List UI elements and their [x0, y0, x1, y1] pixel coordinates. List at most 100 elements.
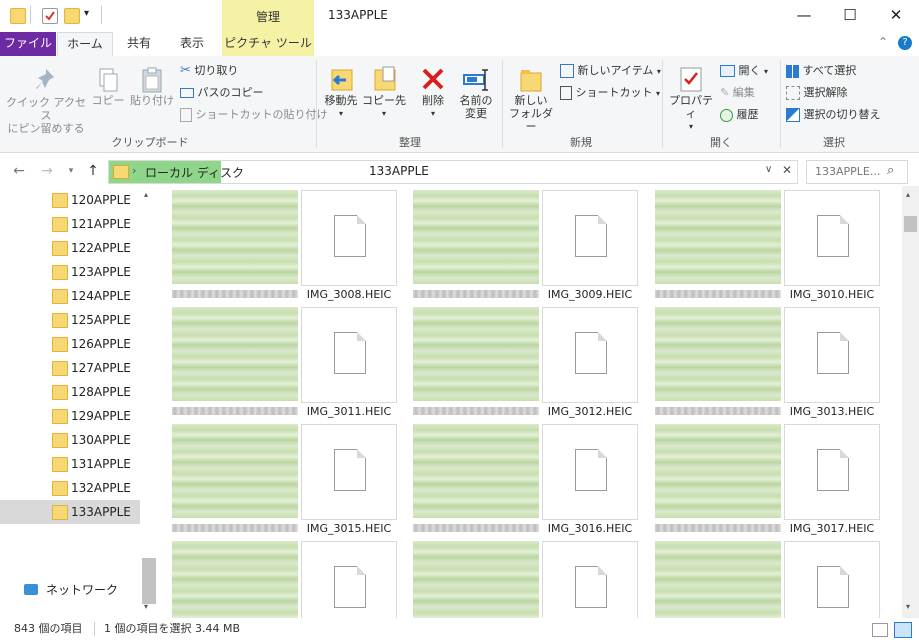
delete-button[interactable]: 削除 ▾: [414, 64, 452, 120]
sidebar-item-folder[interactable]: 133APPLE: [0, 500, 140, 524]
file-item[interactable]: [301, 307, 397, 403]
sidebar-item-folder[interactable]: 132APPLE: [0, 476, 140, 500]
sidebar-item-folder[interactable]: 129APPLE: [0, 404, 140, 428]
tab-view[interactable]: 表示: [166, 32, 218, 56]
file-item[interactable]: [301, 541, 397, 618]
image-thumbnail[interactable]: [655, 541, 781, 618]
copy-to-button[interactable]: コピー先 ▾: [362, 64, 406, 120]
content-scroll-thumb[interactable]: [904, 216, 917, 232]
sidebar-item-folder[interactable]: 122APPLE: [0, 236, 140, 260]
scroll-down-icon[interactable]: ▾: [144, 602, 148, 611]
manage-context-tab[interactable]: 管理: [222, 0, 314, 32]
breadcrumb-current[interactable]: 133APPLE: [369, 164, 429, 178]
address-dropdown-icon[interactable]: ∨: [765, 164, 772, 175]
back-button[interactable]: ←: [8, 159, 30, 183]
copy-button[interactable]: コピー: [88, 66, 128, 107]
large-icons-view-icon[interactable]: [894, 622, 912, 638]
paste-button[interactable]: 貼り付け: [130, 66, 174, 107]
sidebar-item-folder[interactable]: 125APPLE: [0, 308, 140, 332]
new-folder-quick-icon[interactable]: [64, 8, 80, 24]
file-item[interactable]: [542, 190, 638, 286]
scroll-up-icon[interactable]: ▴: [906, 190, 910, 199]
file-name[interactable]: IMG_3017.HEIC: [772, 522, 892, 535]
sidebar-item-folder[interactable]: 120APPLE: [0, 188, 140, 212]
paste-shortcut-button[interactable]: ショートカットの貼り付け: [180, 106, 328, 124]
image-thumbnail[interactable]: [172, 424, 298, 518]
copy-path-button[interactable]: パスのコピー: [180, 84, 264, 102]
sidebar-item-folder[interactable]: 130APPLE: [0, 428, 140, 452]
scroll-down-icon[interactable]: ▾: [906, 602, 910, 611]
search-icon[interactable]: ⌕: [887, 163, 894, 178]
content-scrollbar[interactable]: ▴ ▾: [902, 186, 919, 618]
move-to-button[interactable]: 移動先 ▾: [320, 64, 362, 120]
file-item[interactable]: [784, 424, 880, 520]
help-icon[interactable]: ?: [898, 36, 912, 50]
file-name[interactable]: IMG_3010.HEIC: [772, 288, 892, 301]
image-thumbnail[interactable]: [172, 541, 298, 618]
file-item[interactable]: [542, 541, 638, 618]
sidebar-item-folder[interactable]: 123APPLE: [0, 260, 140, 284]
file-name[interactable]: IMG_3015.HEIC: [289, 522, 409, 535]
image-thumbnail[interactable]: [655, 190, 781, 284]
new-item-button[interactable]: 新しいアイテム ▾: [560, 62, 661, 80]
tab-share[interactable]: 共有: [113, 32, 165, 56]
new-folder-button[interactable]: 新しい フォルダー: [506, 66, 556, 133]
breadcrumb-root[interactable]: ローカル ディスク: [145, 164, 244, 181]
image-thumbnail[interactable]: [413, 190, 539, 284]
image-thumbnail[interactable]: [655, 424, 781, 518]
details-view-icon[interactable]: [872, 623, 888, 637]
tab-picture-tools[interactable]: ピクチャ ツール: [222, 32, 314, 56]
file-item[interactable]: [301, 424, 397, 520]
image-thumbnail[interactable]: [413, 424, 539, 518]
nav-scroll-thumb[interactable]: [142, 558, 156, 604]
properties-button[interactable]: プロパティ ▾: [666, 64, 716, 133]
sidebar-item-folder[interactable]: 126APPLE: [0, 332, 140, 356]
select-all-button[interactable]: すべて選択: [786, 62, 856, 80]
image-thumbnail[interactable]: [413, 541, 539, 618]
sidebar-item-folder[interactable]: 127APPLE: [0, 356, 140, 380]
maximize-button[interactable]: ☐: [827, 0, 873, 32]
file-item[interactable]: [784, 307, 880, 403]
select-none-button[interactable]: 選択解除: [786, 84, 848, 102]
history-button[interactable]: 履歴: [720, 106, 759, 124]
pin-quick-access-button[interactable]: クイック アクセス にピン留めする: [6, 66, 86, 135]
image-thumbnail[interactable]: [172, 190, 298, 284]
minimize-button[interactable]: —: [781, 0, 827, 32]
sidebar-item-network[interactable]: ネットワーク: [0, 578, 140, 602]
properties-quick-icon[interactable]: [42, 8, 58, 24]
tab-file[interactable]: ファイル: [0, 32, 56, 56]
sidebar-item-folder[interactable]: 124APPLE: [0, 284, 140, 308]
nav-scrollbar[interactable]: ▴ ▾: [140, 186, 158, 618]
forward-button[interactable]: →: [36, 159, 58, 183]
scroll-up-icon[interactable]: ▴: [144, 190, 148, 199]
close-button[interactable]: ✕: [873, 0, 919, 32]
file-item[interactable]: [542, 307, 638, 403]
file-item[interactable]: [301, 190, 397, 286]
image-thumbnail[interactable]: [413, 307, 539, 401]
cut-button[interactable]: ✂ 切り取り: [180, 62, 238, 80]
recent-locations-icon[interactable]: ▾: [60, 159, 82, 183]
rename-button[interactable]: 名前の 変更: [456, 64, 496, 120]
sidebar-item-folder[interactable]: 131APPLE: [0, 452, 140, 476]
file-item[interactable]: [542, 424, 638, 520]
file-name[interactable]: IMG_3012.HEIC: [530, 405, 650, 418]
sidebar-item-folder[interactable]: 121APPLE: [0, 212, 140, 236]
file-item[interactable]: [784, 541, 880, 618]
file-name[interactable]: IMG_3008.HEIC: [289, 288, 409, 301]
file-name[interactable]: IMG_3009.HEIC: [530, 288, 650, 301]
up-button[interactable]: ↑: [82, 159, 104, 183]
collapse-ribbon-icon[interactable]: ⌃: [878, 35, 888, 49]
file-name[interactable]: IMG_3011.HEIC: [289, 405, 409, 418]
image-thumbnail[interactable]: [172, 307, 298, 401]
clear-address-icon[interactable]: ✕: [782, 163, 792, 177]
invert-selection-button[interactable]: 選択の切り替え: [786, 106, 881, 124]
open-button[interactable]: 開く ▾: [720, 62, 768, 80]
quick-access-dropdown-icon[interactable]: ▾: [84, 8, 89, 19]
easy-access-button[interactable]: ショートカット ▾: [560, 84, 660, 102]
search-input[interactable]: 133APPLE... ⌕: [806, 160, 908, 184]
edit-button[interactable]: ✎ 編集: [720, 84, 755, 102]
file-item[interactable]: [784, 190, 880, 286]
tab-home[interactable]: ホーム: [57, 32, 113, 57]
sidebar-item-folder[interactable]: 128APPLE: [0, 380, 140, 404]
file-name[interactable]: IMG_3013.HEIC: [772, 405, 892, 418]
